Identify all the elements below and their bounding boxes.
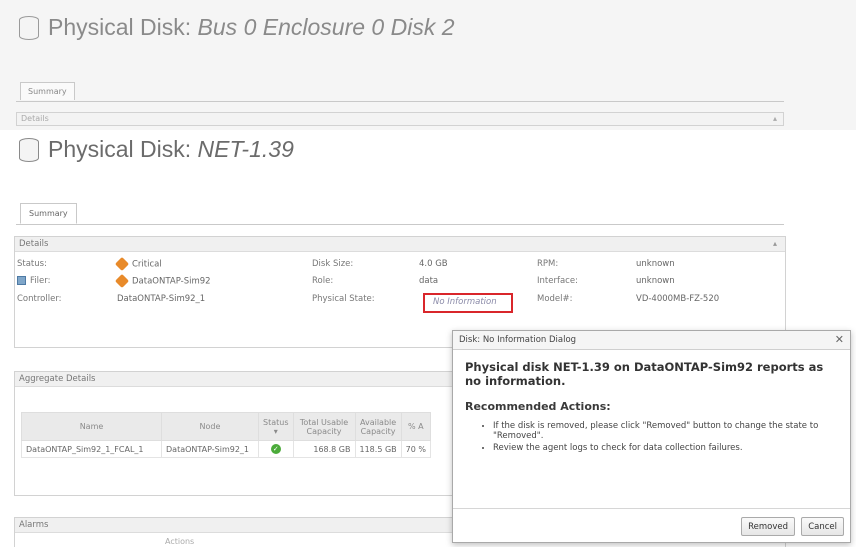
col-pct[interactable]: % A <box>400 412 431 441</box>
cancel-button[interactable]: Cancel <box>801 517 844 536</box>
aggregate-header-label: Aggregate Details <box>19 374 96 384</box>
dialog-titlebar[interactable]: Disk: No Information Dialog ✕ <box>453 331 850 350</box>
title-disk-name: NET-1.39 <box>197 136 294 162</box>
cell-node[interactable]: DataONTAP-Sim92_1 <box>161 440 259 458</box>
filer-value[interactable]: DataONTAP-Sim92 <box>132 277 211 287</box>
alarms-actions-label: Actions <box>165 537 195 546</box>
table-row[interactable]: DataONTAP_Sim92_1_FCAL_1 DataONTAP-Sim92… <box>21 440 431 458</box>
status-label: Status: <box>17 259 47 269</box>
tab-summary[interactable]: Summary <box>20 203 77 224</box>
rpm-value: unknown <box>636 259 675 269</box>
cell-pct: 70 % <box>400 440 431 458</box>
removed-button[interactable]: Removed <box>741 517 795 536</box>
col-node[interactable]: Node <box>161 412 259 441</box>
dialog-body: Physical disk NET-1.39 on DataONTAP-Sim9… <box>453 350 850 465</box>
alarms-header-label: Alarms <box>19 520 49 530</box>
details-header-label: Details <box>19 239 49 249</box>
tabbar: Summary <box>16 203 784 225</box>
close-icon[interactable]: ✕ <box>835 333 844 346</box>
recommended-actions-heading: Recommended Actions: <box>465 400 611 413</box>
cell-status: ✓ <box>258 440 294 458</box>
role-value: data <box>419 276 439 286</box>
critical-icon <box>114 256 130 272</box>
sort-down-icon: ▾ <box>273 426 278 436</box>
page-title: Physical Disk: NET-1.39 <box>18 136 294 163</box>
filer-icon <box>17 276 26 285</box>
no-information-dialog: Disk: No Information Dialog ✕ Physical d… <box>452 330 851 543</box>
critical-icon <box>114 273 130 289</box>
dialog-footer: Removed Cancel <box>453 508 850 542</box>
ok-check-icon: ✓ <box>270 444 281 454</box>
status-value-wrap: Critical <box>114 256 162 272</box>
controller-row: Controller: <box>17 294 62 304</box>
status-row: Status: <box>17 259 47 269</box>
controller-value[interactable]: DataONTAP-Sim92_1 <box>117 294 205 304</box>
caret-up-icon[interactable]: ▴ <box>773 114 777 123</box>
background-details-header: Details ▴ <box>16 112 784 126</box>
interface-value: unknown <box>636 276 675 286</box>
col-status[interactable]: Status ▾ <box>258 412 294 441</box>
background-tabbar: Summary <box>16 82 784 102</box>
controller-label: Controller: <box>17 294 62 304</box>
cell-total: 168.8 GB <box>292 440 356 458</box>
role-label: Role: <box>312 276 334 286</box>
bg-title-name: Bus 0 Enclosure 0 Disk 2 <box>197 14 455 40</box>
col-total-usable[interactable]: Total Usable Capacity <box>292 412 356 441</box>
disk-icon <box>19 137 39 162</box>
dialog-message: Physical disk NET-1.39 on DataONTAP-Sim9… <box>465 360 824 388</box>
disk-size-value: 4.0 GB <box>419 259 448 269</box>
background-page-title: Physical Disk: Bus 0 Enclosure 0 Disk 2 <box>18 14 455 41</box>
bg-title-prefix: Physical Disk: <box>48 14 192 40</box>
col-available[interactable]: Available Capacity <box>354 412 402 441</box>
model-value: VD-4000MB-FZ-520 <box>636 294 720 304</box>
list-item: If the disk is removed, please click "Re… <box>493 421 838 441</box>
bg-details-label: Details <box>21 114 49 123</box>
cell-available: 118.5 GB <box>354 440 402 458</box>
col-name[interactable]: Name <box>21 412 162 441</box>
cell-name[interactable]: DataONTAP_Sim92_1_FCAL_1 <box>21 440 162 458</box>
caret-up-icon[interactable]: ▴ <box>773 239 777 248</box>
disk-size-label: Disk Size: <box>312 259 354 269</box>
list-item: Review the agent logs to check for data … <box>493 443 838 453</box>
physical-state-label: Physical State: <box>312 294 375 304</box>
disk-icon <box>19 15 39 40</box>
bg-tab-summary[interactable]: Summary <box>20 82 75 100</box>
model-label: Model#: <box>537 294 573 304</box>
filer-label: Filer: <box>30 276 51 286</box>
details-header[interactable]: Details ▴ <box>15 237 785 252</box>
physical-state-value[interactable]: No Information <box>433 297 497 307</box>
recommended-actions-list: If the disk is removed, please click "Re… <box>493 421 838 453</box>
dialog-title: Disk: No Information Dialog <box>459 335 577 345</box>
aggregate-table: Name Node Status ▾ Total Usable Capacity … <box>21 412 431 458</box>
controller-value-wrap[interactable]: DataONTAP-Sim92_1 <box>117 294 205 304</box>
interface-label: Interface: <box>537 276 578 286</box>
title-prefix: Physical Disk: <box>48 136 192 162</box>
filer-row: Filer: <box>17 276 50 286</box>
status-value: Critical <box>132 259 162 270</box>
rpm-label: RPM: <box>537 259 559 269</box>
filer-value-wrap[interactable]: DataONTAP-Sim92 <box>114 273 211 289</box>
